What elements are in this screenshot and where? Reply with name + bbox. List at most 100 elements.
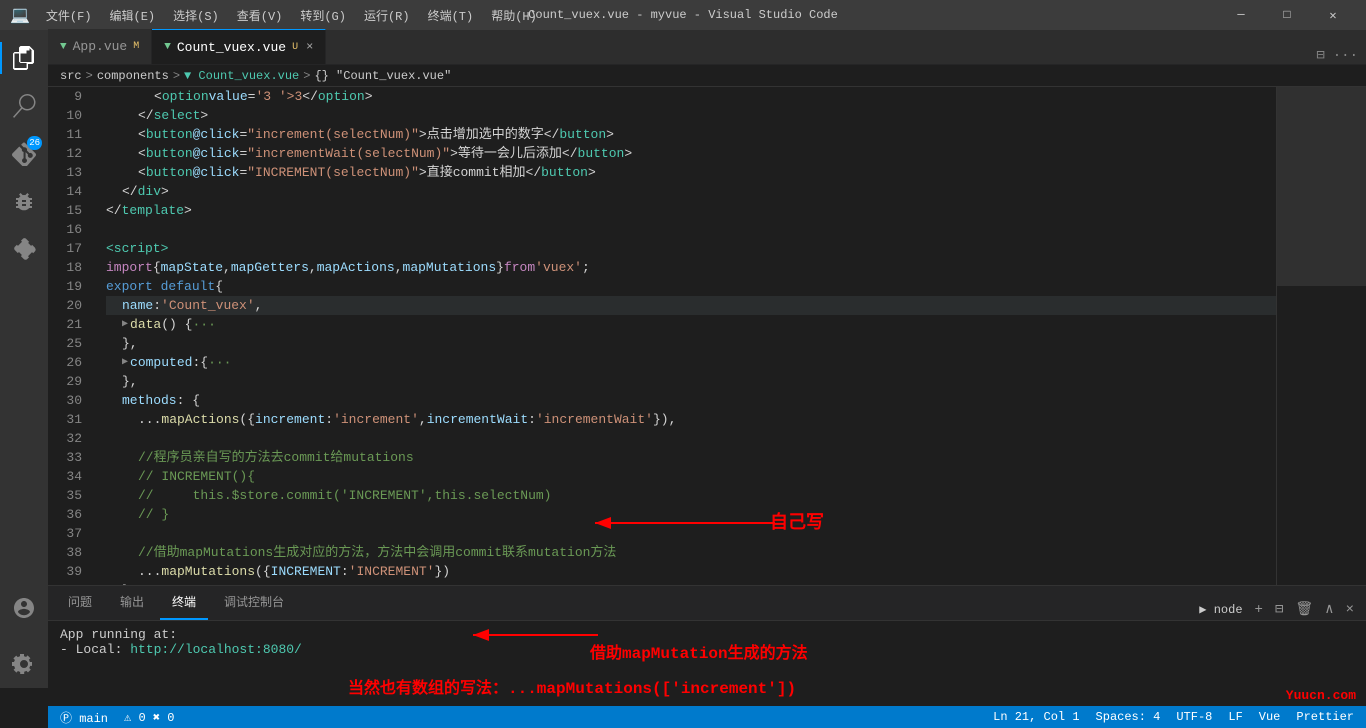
panel-add-terminal[interactable]: + xyxy=(1251,600,1267,620)
line-number: 21 xyxy=(48,315,90,334)
terminal-line2: - Local: http://localhost:8080/ xyxy=(60,642,1354,657)
vscode-icon: 💻 xyxy=(10,5,30,25)
code-line: ...mapMutations({INCREMENT:'INCREMENT'}) xyxy=(106,562,1276,581)
code-editor[interactable]: 9101112131415161718192021252629303132333… xyxy=(48,87,1276,585)
breadcrumb-src[interactable]: src xyxy=(60,69,82,83)
code-line: }, xyxy=(106,334,1276,353)
menu-item[interactable]: 终端(T) xyxy=(420,5,482,26)
line-number: 40 xyxy=(48,581,90,585)
code-line: export default { xyxy=(106,277,1276,296)
menu-item[interactable]: 选择(S) xyxy=(165,5,227,26)
panel-tab-terminal[interactable]: 终端 xyxy=(160,585,208,620)
maximize-button[interactable]: □ xyxy=(1264,0,1310,30)
panel-tab-debug[interactable]: 调试控制台 xyxy=(212,585,296,620)
editor-container: 9101112131415161718192021252629303132333… xyxy=(48,87,1366,585)
terminal-label: - Local: xyxy=(60,642,130,657)
activity-debug[interactable] xyxy=(0,178,48,226)
line-number: 20 xyxy=(48,296,90,315)
window-controls[interactable]: ─ □ ✕ xyxy=(1218,0,1356,30)
code-content[interactable]: <option value= '3 '>3</option></select><… xyxy=(98,87,1276,585)
tab-label-2: Count_vuex.vue xyxy=(177,40,286,55)
line-numbers: 9101112131415161718192021252629303132333… xyxy=(48,87,98,585)
panel-split-terminal[interactable]: ⊟ xyxy=(1271,599,1287,620)
activity-explorer[interactable] xyxy=(0,34,48,82)
statusbar-branch[interactable]: Ⓟ main xyxy=(56,709,112,726)
code-line xyxy=(106,220,1276,239)
panel-tab-problems[interactable]: 问题 xyxy=(56,585,104,620)
tab-app-vue[interactable]: ▼ App.vue M xyxy=(48,29,152,64)
line-number: 25 xyxy=(48,334,90,353)
tab-vue-icon: ▼ xyxy=(60,41,67,53)
line-number: 17 xyxy=(48,239,90,258)
menu-item[interactable]: 查看(V) xyxy=(229,5,291,26)
bottom-panel: 问题 输出 终端 调试控制台 ▶ node + ⊟ 🗑 ∧ × App runn… xyxy=(48,585,1366,706)
panel-content[interactable]: App running at: - Local: http://localhos… xyxy=(48,621,1366,706)
line-number: 26 xyxy=(48,353,90,372)
panel-chevron-up[interactable]: ∧ xyxy=(1321,599,1337,620)
breadcrumb-file[interactable]: ▼ Count_vuex.vue xyxy=(184,69,299,83)
breadcrumb-symbol[interactable]: {} "Count_vuex.vue" xyxy=(314,69,451,83)
statusbar-eol[interactable]: LF xyxy=(1224,710,1246,724)
tab-count-vuex[interactable]: ▼ Count_vuex.vue U × xyxy=(152,29,326,64)
statusbar-language[interactable]: Vue xyxy=(1255,710,1285,724)
terminal-link[interactable]: http://localhost:8080/ xyxy=(130,642,302,657)
close-button[interactable]: ✕ xyxy=(1310,0,1356,30)
line-number: 18 xyxy=(48,258,90,277)
main-area: ▼ App.vue M ▼ Count_vuex.vue U × ⊟ ··· s… xyxy=(48,30,1366,728)
code-line: // INCREMENT(){ xyxy=(106,467,1276,486)
code-line: <option value= '3 '>3</option> xyxy=(106,87,1276,106)
window-title: Count_vuex.vue - myvue - Visual Studio C… xyxy=(528,8,838,22)
code-line: <button @click="incrementWait(selectNum)… xyxy=(106,144,1276,163)
menu-item[interactable]: 编辑(E) xyxy=(102,5,164,26)
code-line: </template> xyxy=(106,201,1276,220)
menu-item[interactable]: 运行(R) xyxy=(356,5,418,26)
code-line: </div> xyxy=(106,182,1276,201)
code-line: </select> xyxy=(106,106,1276,125)
code-line: <button @click="INCREMENT(selectNum)">直接… xyxy=(106,163,1276,182)
menu-item[interactable]: 转到(G) xyxy=(292,5,354,26)
breadcrumb-components[interactable]: components xyxy=(97,69,169,83)
editor-layout-icon[interactable]: ⊟ xyxy=(1316,47,1324,64)
titlebar-left: 💻 文件(F)编辑(E)选择(S)查看(V)转到(G)运行(R)终端(T)帮助(… xyxy=(10,5,545,26)
activity-settings[interactable] xyxy=(0,640,48,688)
statusbar-left: Ⓟ main ⚠ 0 ✖ 0 xyxy=(56,709,178,726)
titlebar: 💻 文件(F)编辑(E)选择(S)查看(V)转到(G)运行(R)终端(T)帮助(… xyxy=(0,0,1366,30)
activity-git[interactable]: 26 xyxy=(0,130,48,178)
code-line: }, xyxy=(106,372,1276,391)
statusbar-spaces[interactable]: Spaces: 4 xyxy=(1092,710,1165,724)
code-line: methods: { xyxy=(106,391,1276,410)
activity-bar: 26 xyxy=(0,30,48,688)
activity-search[interactable] xyxy=(0,82,48,130)
code-line xyxy=(106,429,1276,448)
line-number: 38 xyxy=(48,543,90,562)
statusbar-right: Ln 21, Col 1 Spaces: 4 UTF-8 LF Vue Pret… xyxy=(989,710,1358,724)
code-line: import { mapState,mapGetters,mapActions,… xyxy=(106,258,1276,277)
statusbar-errors[interactable]: ⚠ 0 ✖ 0 xyxy=(120,710,178,725)
line-number: 19 xyxy=(48,277,90,296)
statusbar-formatter[interactable]: Prettier xyxy=(1292,710,1358,724)
code-line: ▶data() { ··· xyxy=(106,315,1276,334)
line-number: 34 xyxy=(48,467,90,486)
more-actions-icon[interactable]: ··· xyxy=(1333,48,1358,64)
menu-item[interactable]: 文件(F) xyxy=(38,5,100,26)
statusbar-encoding[interactable]: UTF-8 xyxy=(1172,710,1216,724)
status-bar: Ⓟ main ⚠ 0 ✖ 0 Ln 21, Col 1 Spaces: 4 UT… xyxy=(48,706,1366,728)
code-line: // this.$store.commit('INCREMENT',this.s… xyxy=(106,486,1276,505)
panel-tab-output[interactable]: 输出 xyxy=(108,585,156,620)
code-line: ▶computed:{ ··· xyxy=(106,353,1276,372)
activity-account[interactable] xyxy=(0,584,48,632)
code-line: <button @click="increment(selectNum)">点击… xyxy=(106,125,1276,144)
activity-extensions[interactable] xyxy=(0,226,48,274)
menu-bar[interactable]: 文件(F)编辑(E)选择(S)查看(V)转到(G)运行(R)终端(T)帮助(H) xyxy=(38,5,545,26)
line-number: 12 xyxy=(48,144,90,163)
statusbar-position[interactable]: Ln 21, Col 1 xyxy=(989,710,1083,724)
line-number: 14 xyxy=(48,182,90,201)
tab-close-button[interactable]: × xyxy=(306,40,313,54)
tab-vue-icon-2: ▼ xyxy=(164,41,171,53)
breadcrumb-sep2: > xyxy=(173,69,180,83)
panel-trash-icon[interactable]: 🗑 xyxy=(1291,599,1317,620)
line-number: 10 xyxy=(48,106,90,125)
panel-close-icon[interactable]: × xyxy=(1342,600,1358,620)
minimize-button[interactable]: ─ xyxy=(1218,0,1264,30)
line-number: 15 xyxy=(48,201,90,220)
